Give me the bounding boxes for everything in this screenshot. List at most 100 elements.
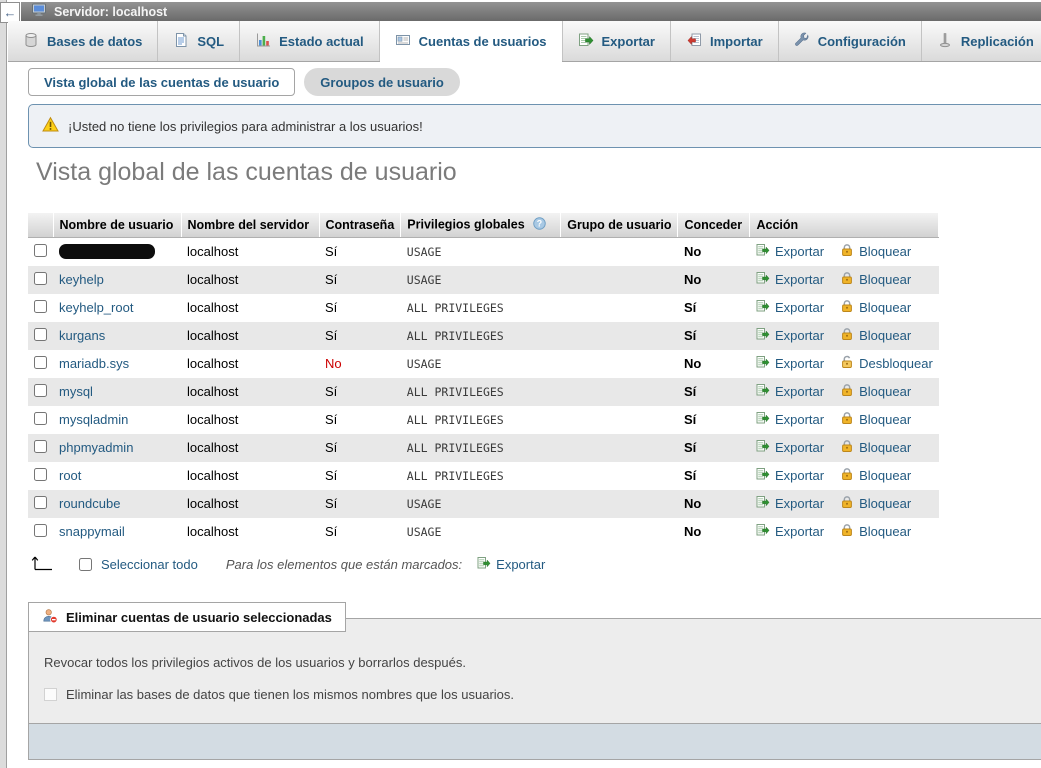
username-link[interactable]: root [59,468,81,483]
password-cell: Sí [319,434,401,462]
row-checkbox[interactable] [34,356,47,369]
table-row: keyhelplocalhostSíUSAGENoExportarBloquea… [28,266,939,294]
row-checkbox[interactable] [34,300,47,313]
password-cell: Sí [319,294,401,322]
export-user-button[interactable]: Exportar [756,523,824,540]
lock-user-button[interactable]: Bloquear [840,411,911,428]
lock-user-button[interactable]: Bloquear [840,299,911,316]
lock-user-button[interactable]: Desbloquear [840,355,933,372]
lock-user-button[interactable]: Bloquear [840,523,911,540]
lock-user-button-label: Bloquear [859,384,911,399]
username-link[interactable]: snappymail [59,524,125,539]
export-user-button-label: Exportar [775,356,824,371]
username-link[interactable]: mysql [59,384,93,399]
row-checkbox[interactable] [34,384,47,397]
column-header[interactable]: Contraseña [319,213,401,238]
column-header-label: Conceder [684,218,742,232]
lock-user-button[interactable]: Bloquear [840,439,911,456]
help-icon[interactable]: ? [533,217,546,233]
lock-user-button-label: Bloquear [859,440,911,455]
table-header-row: Nombre de usuarioNombre del servidorCont… [28,213,939,238]
selection-bar: Seleccionar todo Para los elementos que … [30,551,545,577]
password-cell: Sí [319,518,401,546]
tab-importar[interactable]: Importar [671,21,779,61]
export-icon [477,556,491,573]
header-checkbox-cell [28,213,53,238]
tab-replicaci-n[interactable]: Replicación [922,21,1041,61]
password-cell: No [319,350,401,378]
row-checkbox[interactable] [34,468,47,481]
column-header[interactable]: Nombre de usuario [53,213,181,238]
password-cell: Sí [319,322,401,350]
delete-accounts-legend[interactable]: Eliminar cuentas de usuario seleccionada… [28,602,346,632]
tab-cuentas-de-usuarios[interactable]: Cuentas de usuarios [380,21,563,61]
lock-user-button-label: Bloquear [859,272,911,287]
export-user-button[interactable]: Exportar [756,467,824,484]
username-link[interactable]: roundcube [59,496,120,511]
privileges-cell: ALL PRIVILEGES [401,378,561,406]
column-header[interactable]: Privilegios globales? [401,213,561,238]
group-cell [561,462,678,490]
lock-user-button[interactable]: Bloquear [840,495,911,512]
select-all-label[interactable]: Seleccionar todo [101,557,198,572]
column-header[interactable]: Acción [750,213,939,238]
export-user-button[interactable]: Exportar [756,299,824,316]
grant-cell: Sí [678,294,750,322]
export-user-button[interactable]: Exportar [756,327,824,344]
row-checkbox[interactable] [34,272,47,285]
privileges-cell: USAGE [401,266,561,294]
password-cell: Sí [319,238,401,266]
export-mini-icon [756,495,770,512]
tab-bases-de-datos[interactable]: Bases de datos [8,21,158,61]
export-user-button[interactable]: Exportar [756,439,824,456]
tab-estado-actual[interactable]: Estado actual [240,21,380,61]
export-user-button[interactable]: Exportar [756,495,824,512]
select-all-checkbox[interactable] [79,558,92,571]
tab-exportar[interactable]: Exportar [563,21,671,61]
export-user-button[interactable]: Exportar [756,243,824,260]
lock-user-button[interactable]: Bloquear [840,383,911,400]
row-checkbox[interactable] [34,412,47,425]
collapse-panel-button[interactable]: ← [0,2,20,23]
lock-user-button[interactable]: Bloquear [840,271,911,288]
username-link[interactable]: kurgans [59,328,105,343]
username-link[interactable]: keyhelp_root [59,300,133,315]
lock-user-button[interactable]: Bloquear [840,467,911,484]
lock-user-button[interactable]: Bloquear [840,327,911,344]
export-user-button[interactable]: Exportar [756,271,824,288]
lock-user-button[interactable]: Bloquear [840,243,911,260]
username-link[interactable]: mariadb.sys [59,356,129,371]
username-link[interactable]: keyhelp [59,272,104,287]
export-user-button[interactable]: Exportar [756,355,824,372]
row-checkbox[interactable] [34,244,47,257]
export-user-button-label: Exportar [775,272,824,287]
row-checkbox[interactable] [34,496,47,509]
column-header[interactable]: Conceder [678,213,750,238]
row-checkbox[interactable] [34,440,47,453]
subtab-user-groups[interactable]: Groupos de usuario [304,68,460,96]
tab-configuraci-n[interactable]: Configuración [779,21,922,61]
username-link[interactable]: phpmyadmin [59,440,133,455]
username-link[interactable]: mysqladmin [59,412,128,427]
group-cell [561,322,678,350]
export-user-button-label: Exportar [775,328,824,343]
export-user-button[interactable]: Exportar [756,383,824,400]
column-header[interactable]: Grupo de usuario [561,213,678,238]
row-checkbox[interactable] [34,328,47,341]
delete-accounts-fieldset: Eliminar cuentas de usuario seleccionada… [28,618,1041,760]
column-header[interactable]: Nombre del servidor [181,213,319,238]
export-user-button[interactable]: Exportar [756,411,824,428]
subtab-user-accounts-overview[interactable]: Vista global de las cuentas de usuario [28,68,295,96]
export-mini-icon [756,271,770,288]
drop-databases-checkbox[interactable] [44,688,57,701]
lock-user-button-label: Bloquear [859,412,911,427]
host-cell: localhost [181,434,319,462]
lock-user-button-label: Bloquear [859,300,911,315]
export-user-button-label: Exportar [775,412,824,427]
export-marked-button[interactable]: Exportar [477,556,545,573]
row-checkbox[interactable] [34,524,47,537]
export-mini-icon [756,383,770,400]
table-row: snappymaillocalhostSíUSAGENoExportarBloq… [28,518,939,546]
remove-user-icon [42,608,58,627]
tab-sql[interactable]: SQL [158,21,240,61]
